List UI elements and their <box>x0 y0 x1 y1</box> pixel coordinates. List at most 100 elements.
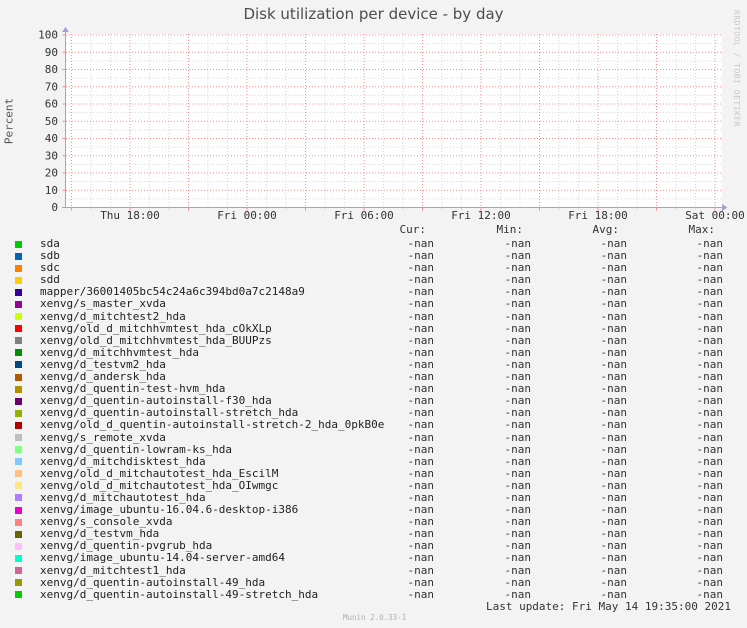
legend-color-swatch <box>15 518 22 526</box>
y-tick-label: 30 <box>45 149 58 162</box>
legend-row: xenvg/old_d_quentin-autoinstall-stretch-… <box>0 419 747 431</box>
legend-row: sdc -nan -nan -nan -nan <box>0 262 747 274</box>
legend-color-swatch <box>15 325 22 333</box>
legend-max-value: -nan <box>696 430 724 444</box>
legend-avg-value: -nan <box>600 430 628 444</box>
legend-device-label: xenvg/d_quentin-autoinstall-49_hda <box>40 575 266 589</box>
chart-plot: 0 10 20 30 40 50 60 70 80 90 100 Thu 18:00 Fri 00:00… <box>38 27 745 222</box>
legend-color-swatch <box>15 397 22 405</box>
y-tick-label: 60 <box>45 98 58 111</box>
legend-color-swatch <box>15 542 22 550</box>
y-tick-label: 40 <box>45 132 58 145</box>
legend-avg-value: -nan <box>600 575 628 589</box>
legend-min-value: -nan <box>504 551 532 565</box>
legend-row: sdb -nan -nan -nan -nan <box>0 249 747 262</box>
legend-min-value: -nan <box>504 430 532 444</box>
legend-color-swatch <box>15 470 22 478</box>
legend-row: xenvg/image_ubuntu-14.04-server-amd64 -na… <box>0 552 747 564</box>
legend-color-swatch <box>15 240 22 248</box>
last-update-text: Last update: Fri May 14 19:35:00 2021 <box>485 600 731 613</box>
legend-color-swatch <box>15 373 22 381</box>
legend-max-value: -nan <box>696 442 724 456</box>
legend-row: xenvg/old_d_mitchhvmtest_hda_cOkXLp -nan -… <box>0 321 747 335</box>
legend-device-label: xenvg/s_remote_xvda <box>40 430 166 444</box>
legend-row: xenvg/d_quentin-autoinstall-49_hda -nan -n… <box>0 575 747 589</box>
y-tick-label: 90 <box>45 46 58 59</box>
x-tick-label: Fri 18:00 <box>568 209 628 222</box>
legend-color-swatch <box>15 337 22 345</box>
legend-device-label: xenvg/d_mitchtest1_hda <box>40 563 186 577</box>
legend-cur-value: -nan <box>407 297 435 311</box>
legend-avg-value: -nan <box>600 418 628 432</box>
y-tick-label: 100 <box>38 29 58 42</box>
legend-device-label: xenvg/old_d_quentin-autoinstall-stretch-… <box>40 418 385 432</box>
y-tick-label: 50 <box>45 115 58 128</box>
legend-color-swatch <box>15 409 22 417</box>
legend-min-value: -nan <box>504 297 532 311</box>
legend-max-value: -nan <box>696 587 724 601</box>
rrdtool-watermark: RRDTOOL / TOBI OETIKER <box>732 10 741 127</box>
legend-cur-value: -nan <box>407 563 435 577</box>
legend-min-value: -nan <box>504 575 532 589</box>
legend-device-label: xenvg/d_mitchdisktest_hda <box>40 454 206 468</box>
legend-min-value: -nan <box>504 321 532 335</box>
legend-cur-value: -nan <box>407 442 435 456</box>
legend-color-swatch <box>15 361 22 369</box>
legend-header-cur: Cur: <box>399 223 427 236</box>
y-tick-label: 70 <box>45 80 58 93</box>
legend-min-value: -nan <box>504 563 532 577</box>
legend-avg-value: -nan <box>600 563 628 577</box>
legend-row: xenvg/d_mitchtest2_hda -nan -nan -nan -nan <box>0 309 747 323</box>
legend-device-label: xenvg/old_d_mitchhvmtest_hda_cOkXLp <box>40 321 272 335</box>
y-tick-label: 80 <box>45 63 58 76</box>
legend-row: xenvg/d_quentin-autoinstall-49-stretch_h… <box>0 587 747 601</box>
legend-max-value: -nan <box>696 297 724 311</box>
legend-header-min: Min: <box>496 223 524 236</box>
legend-color-swatch <box>15 494 22 502</box>
x-tick-label: Thu 18:00 <box>100 209 160 222</box>
legend-cur-value: -nan <box>407 551 435 565</box>
legend-row: xenvg/s_master_xvda -nan -nan -nan -nan <box>0 298 747 310</box>
legend-min-value: -nan <box>504 418 532 432</box>
legend-cur-value: -nan <box>407 430 435 444</box>
legend-header-max: Max: <box>688 223 716 236</box>
legend-max-value: -nan <box>696 309 724 323</box>
y-tick-label: 20 <box>45 167 58 180</box>
legend-max-value: -nan <box>696 563 724 577</box>
legend-device-label: xenvg/image_ubuntu-14.04-server-amd64 <box>40 551 286 565</box>
legend-max-value: -nan <box>696 454 724 468</box>
legend-row: xenvg/s_remote_xvda -nan -nan -nan -nan <box>0 430 747 444</box>
legend-color-swatch <box>15 288 22 296</box>
legend-color-swatch <box>15 300 22 308</box>
legend-cur-value: -nan <box>407 587 435 601</box>
munin-version-text: Munin 2.0.33-1 <box>343 613 407 622</box>
legend-header-avg: Avg: <box>592 223 620 236</box>
legend-color-swatch <box>15 313 22 321</box>
legend-cur-value: -nan <box>407 321 435 335</box>
legend-cur-value: -nan <box>407 454 435 468</box>
x-tick-label: Fri 12:00 <box>451 209 511 222</box>
legend: sda -nan -nan -nan -nan sdb -nan -nan -nan -nan sd… <box>0 237 747 601</box>
legend-avg-value: -nan <box>600 297 628 311</box>
legend-avg-value: -nan <box>600 309 628 323</box>
legend-row: xenvg/d_mitchdisktest_hda -nan -nan -nan -na… <box>0 454 747 468</box>
legend-max-value: -nan <box>696 418 724 432</box>
legend-min-value: -nan <box>504 587 532 601</box>
legend-max-value: -nan <box>696 321 724 335</box>
legend-color-swatch <box>15 446 22 454</box>
legend-avg-value: -nan <box>600 321 628 335</box>
legend-color-swatch <box>15 276 22 284</box>
legend-max-value: -nan <box>696 575 724 589</box>
legend-min-value: -nan <box>504 454 532 468</box>
legend-color-swatch <box>15 434 22 441</box>
legend-cur-value: -nan <box>407 309 435 323</box>
x-tick-label: Sat 00:00 <box>685 209 745 222</box>
legend-avg-value: -nan <box>600 551 628 565</box>
legend-cur-value: -nan <box>407 575 435 589</box>
legend-avg-value: -nan <box>600 454 628 468</box>
legend-device-label: xenvg/d_mitchtest2_hda <box>40 309 186 323</box>
legend-color-swatch <box>15 482 22 490</box>
legend-device-label: xenvg/d_quentin-autoinstall-49-stretch_h… <box>40 587 319 601</box>
legend-color-swatch <box>15 385 22 393</box>
y-tick-label: 10 <box>45 184 58 197</box>
